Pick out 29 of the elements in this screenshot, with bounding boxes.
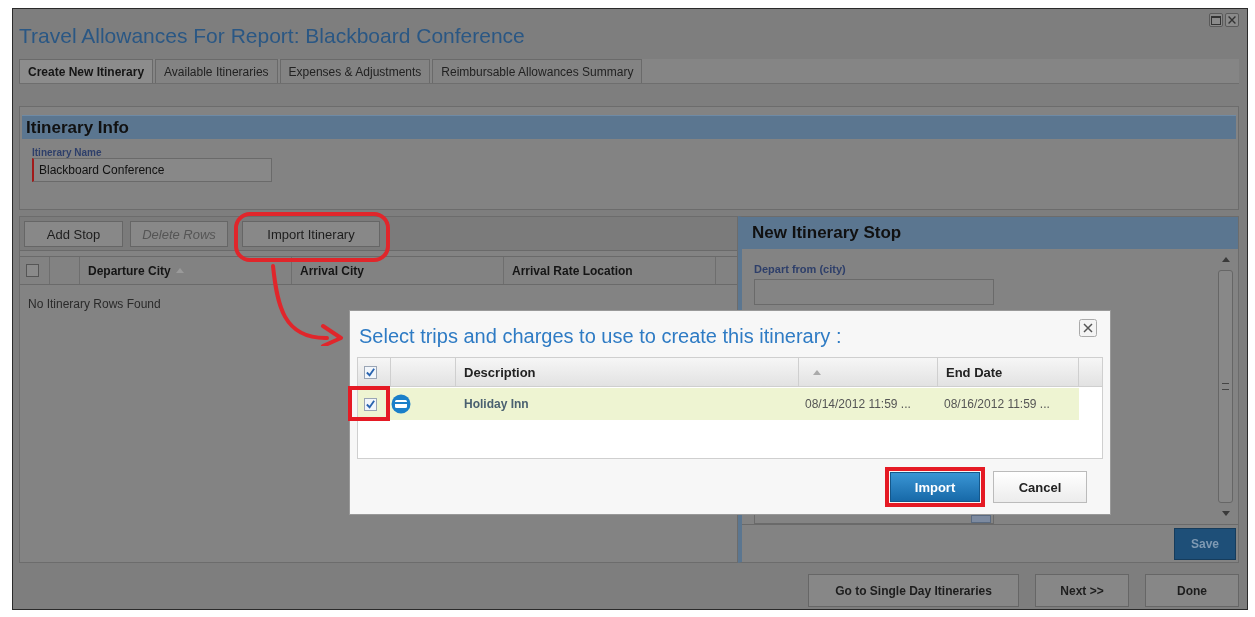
empty-message: No Itinerary Rows Found bbox=[27, 296, 162, 313]
tab[interactable]: Create New Itinerary bbox=[19, 59, 154, 83]
tab[interactable]: Expenses & Adjustments bbox=[279, 59, 431, 83]
field-label: Depart from (city) bbox=[754, 263, 847, 275]
section-header: Itinerary Info bbox=[22, 115, 1236, 139]
save-button[interactable]: Save bbox=[1174, 527, 1236, 560]
toolbar-button[interactable]: Import Itinerary bbox=[242, 221, 380, 247]
column-header[interactable]: End Date bbox=[946, 364, 1003, 380]
tab[interactable]: Reimbursable Allowances Summary bbox=[432, 59, 643, 83]
column-header[interactable]: Arrival City bbox=[300, 263, 365, 278]
table-cell: 08/16/2012 11:59 ... bbox=[944, 397, 1050, 411]
field-label: Itinerary Name bbox=[32, 147, 103, 158]
footer-button[interactable]: Next >> bbox=[1035, 574, 1129, 607]
section-header: New Itinerary Stop bbox=[742, 217, 1238, 249]
cancel-button[interactable]: Cancel bbox=[993, 471, 1087, 503]
tab[interactable]: Available Itineraries bbox=[155, 59, 278, 83]
footer-button[interactable]: Go to Single Day Itineraries bbox=[808, 574, 1019, 607]
table-cell: 08/14/2012 11:59 ... bbox=[805, 397, 911, 411]
column-header[interactable]: Description bbox=[464, 364, 536, 380]
window-title: Travel Allowances For Report: Blackboard Conference bbox=[19, 24, 525, 48]
input-field[interactable]: Blackboard Conference bbox=[32, 158, 272, 182]
import-button[interactable]: Import bbox=[890, 472, 980, 502]
table-row[interactable]: Holiday Inn 08/14/2012 11:59 ... 08/16/2012 11:59 ... bbox=[358, 388, 1079, 420]
table-cell: Holiday Inn bbox=[464, 397, 529, 411]
column-header[interactable]: Departure City bbox=[88, 263, 171, 278]
footer-button[interactable]: Done bbox=[1145, 574, 1239, 607]
dialog-title: Select trips and charges to use to create this itinerary : bbox=[359, 325, 842, 348]
toolbar-button[interactable]: Add Stop bbox=[24, 221, 123, 247]
column-header[interactable]: Arrival Rate Location bbox=[512, 263, 633, 278]
